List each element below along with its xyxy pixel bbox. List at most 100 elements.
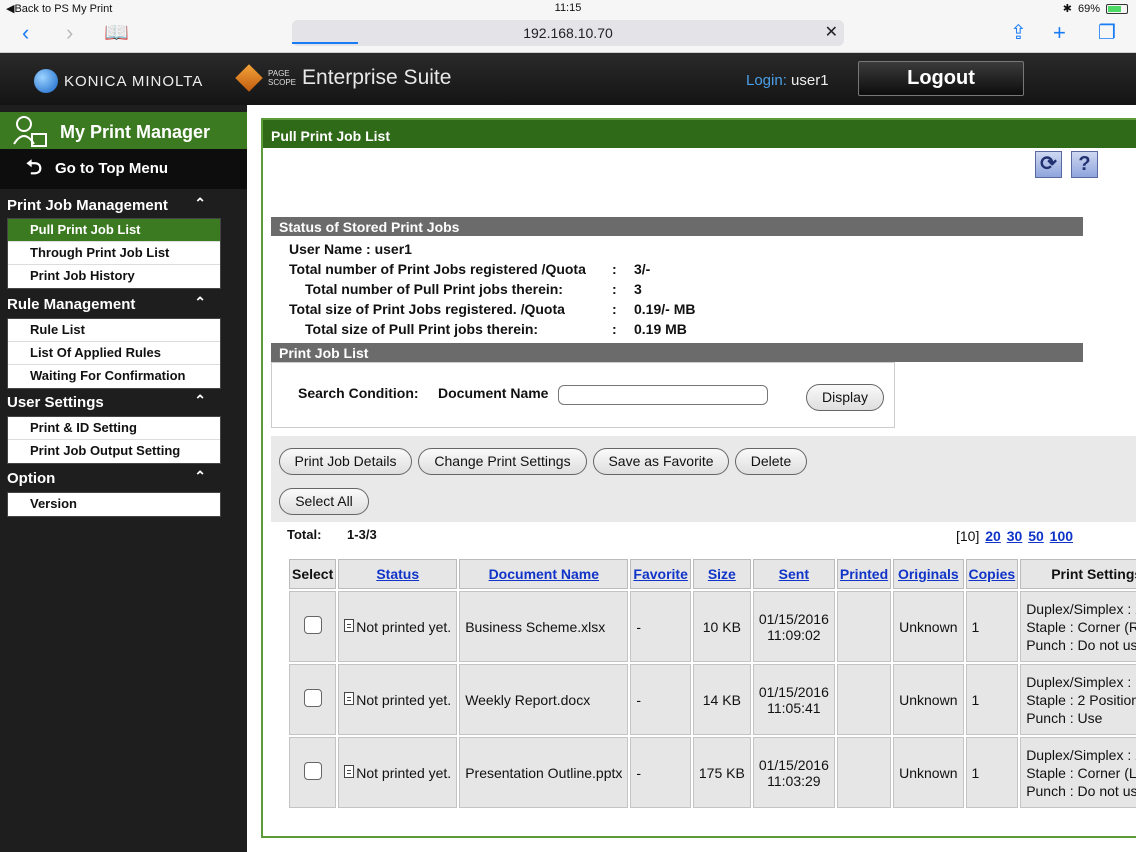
info-value: 3: [634, 281, 642, 297]
select-all-button[interactable]: Select All: [279, 488, 369, 515]
chevron-up-icon: ⌃: [194, 294, 206, 310]
sent-date: 01/15/2016: [758, 683, 829, 700]
pagescope-mark-icon: [235, 64, 263, 92]
setting-line: Staple : Corner (L: [1026, 764, 1136, 781]
col-status[interactable]: Status: [338, 559, 458, 589]
sidebar-item-version[interactable]: Version: [8, 493, 220, 516]
section-print-job-management[interactable]: Print Job Management ⌃: [0, 193, 222, 217]
display-button[interactable]: Display: [806, 384, 884, 411]
menu-print-job-management: Pull Print Job List Through Print Job Li…: [7, 218, 221, 289]
close-icon[interactable]: ✕: [825, 20, 838, 46]
clock: 11:15: [554, 2, 582, 14]
total-value: 1-3/3: [347, 527, 377, 542]
status-indicators: ✱ 69%: [1063, 2, 1128, 15]
search-condition-label: Search Condition:: [298, 385, 419, 401]
print-job-details-button[interactable]: Print Job Details: [279, 448, 412, 475]
table-row: Not printed yet. Weekly Report.docx - 14…: [289, 664, 1136, 735]
col-originals[interactable]: Originals: [893, 559, 964, 589]
status-text: Not printed yet.: [356, 691, 452, 708]
go-to-top-menu-link[interactable]: ⮌ Go to Top Menu: [0, 149, 247, 189]
col-size[interactable]: Size: [692, 559, 751, 589]
originals-cell: Unknown: [893, 591, 964, 662]
battery-icon: [1106, 3, 1128, 14]
logout-button[interactable]: Logout: [858, 61, 1024, 96]
sidebar-title: My Print Manager: [60, 122, 211, 142]
row-checkbox[interactable]: [303, 689, 322, 707]
section-title: Rule Management: [7, 296, 136, 313]
section-option[interactable]: Option ⌃: [0, 466, 222, 490]
main-content: Pull Print Job List ⟳ ? Status of Stored…: [247, 105, 1136, 852]
print-settings-cell: Duplex/Simplex : 2 Staple : Corner (R Punc…: [1020, 591, 1136, 662]
document-name-input[interactable]: [558, 385, 768, 405]
col-printed[interactable]: Printed: [836, 559, 892, 589]
sidebar-item-rule-list[interactable]: Rule List: [8, 319, 220, 342]
sent-cell: 01/15/2016 11:09:02: [752, 591, 835, 662]
help-icon[interactable]: ?: [1071, 151, 1098, 178]
app-header: KONICA MINOLTA PAGE SCOPE Enterprise Sui…: [0, 53, 1136, 105]
sent-time: 11:05:41: [767, 699, 821, 716]
back-chevron-icon[interactable]: ‹: [22, 21, 29, 45]
page-size-100[interactable]: 100: [1050, 528, 1073, 544]
page-size-50[interactable]: 50: [1028, 528, 1044, 544]
originals-cell: Unknown: [893, 664, 964, 735]
row-checkbox[interactable]: [303, 616, 322, 634]
sent-time: 11:03:29: [767, 772, 821, 789]
sidebar-item-waiting-for-confirmation[interactable]: Waiting For Confirmation: [8, 365, 220, 388]
setting-line: Punch : Use: [1026, 709, 1103, 726]
page-size-selector: [10] 20 30 50 100: [956, 528, 1073, 544]
save-as-favorite-button[interactable]: Save as Favorite: [593, 448, 729, 475]
page-size-30[interactable]: 30: [1007, 528, 1023, 544]
login-user: user1: [791, 72, 829, 89]
document-cell: Presentation Outline.pptx: [459, 737, 629, 808]
col-copies[interactable]: Copies: [965, 559, 1019, 589]
col-document-name[interactable]: Document Name: [459, 559, 629, 589]
size-cell: 14 KB: [692, 664, 751, 735]
copies-cell: 1: [965, 737, 1019, 808]
print-settings-cell: Duplex/Simplex : 1 Staple : 2 Position Pun…: [1020, 664, 1136, 735]
total-count: Total: 1-3/3: [287, 527, 377, 542]
new-tab-icon[interactable]: +: [1053, 21, 1066, 45]
sidebar-item-through-print-job-list[interactable]: Through Print Job List: [8, 242, 220, 265]
section-user-settings[interactable]: User Settings ⌃: [0, 390, 222, 414]
sidebar-item-list-of-applied-rules[interactable]: List Of Applied Rules: [8, 342, 220, 365]
menu-rule-management: Rule List List Of Applied Rules Waiting …: [7, 318, 221, 389]
refresh-icon[interactable]: ⟳: [1035, 151, 1062, 178]
pagescope-small-text: PAGE SCOPE: [268, 69, 297, 87]
sidebar-item-pull-print-job-list[interactable]: Pull Print Job List: [8, 219, 220, 242]
forward-chevron-icon[interactable]: ›: [66, 21, 73, 45]
col-favorite[interactable]: Favorite: [630, 559, 691, 589]
delete-button[interactable]: Delete: [735, 448, 807, 475]
info-sep: :: [612, 261, 617, 277]
status-text: Not printed yet.: [356, 764, 452, 781]
sidebar-item-print-job-output-setting[interactable]: Print Job Output Setting: [8, 440, 220, 463]
login-info: Login: user1: [746, 72, 829, 89]
url-field[interactable]: 192.168.10.70 ✕: [292, 20, 844, 46]
document-icon: [344, 764, 355, 778]
select-cell: [289, 664, 337, 735]
row-checkbox[interactable]: [303, 762, 322, 780]
user-name-row: User Name : user1: [289, 241, 412, 257]
favorite-cell: -: [630, 591, 691, 662]
section-title: Print Job Management: [7, 197, 168, 214]
section-rule-management[interactable]: Rule Management ⌃: [0, 292, 222, 316]
col-sent[interactable]: Sent: [752, 559, 835, 589]
page-size-20[interactable]: 20: [985, 528, 1001, 544]
chevron-up-icon: ⌃: [194, 195, 206, 211]
col-print-settings: Print Settings: [1020, 559, 1136, 589]
document-icon: [344, 618, 355, 632]
sent-cell: 01/15/2016 11:05:41: [752, 664, 835, 735]
info-sep: :: [612, 281, 617, 297]
sidebar-item-print-id-setting[interactable]: Print & ID Setting: [8, 417, 220, 440]
size-cell: 10 KB: [692, 591, 751, 662]
sent-date: 01/15/2016: [758, 610, 829, 627]
konica-minolta-logo: KONICA MINOLTA: [34, 69, 203, 93]
tabs-icon[interactable]: ❐: [1098, 21, 1116, 45]
change-print-settings-button[interactable]: Change Print Settings: [418, 448, 587, 475]
sidebar-item-print-job-history[interactable]: Print Job History: [8, 265, 220, 288]
printed-cell: [836, 737, 892, 808]
share-icon[interactable]: ⇪: [1010, 21, 1027, 45]
bookmarks-icon[interactable]: 📖: [104, 21, 129, 45]
sidebar: My Print Manager ⮌ Go to Top Menu Print …: [0, 105, 247, 852]
status-section-header: Status of Stored Print Jobs: [271, 217, 1083, 236]
document-cell: Business Scheme.xlsx: [459, 591, 629, 662]
